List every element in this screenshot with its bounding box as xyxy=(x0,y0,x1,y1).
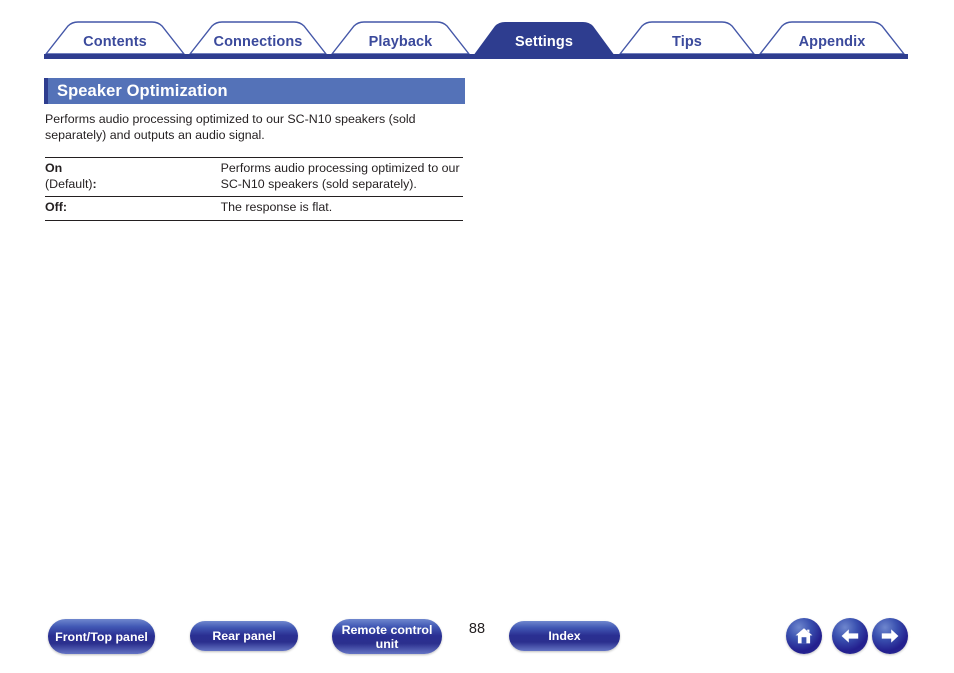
arrow-left-icon xyxy=(839,625,861,647)
front-top-panel-button[interactable]: Front/Top panel xyxy=(48,619,155,654)
remote-control-unit-button[interactable]: Remote control unit xyxy=(332,619,442,654)
rear-panel-button[interactable]: Rear panel xyxy=(190,621,298,651)
section-description: Performs audio processing optimized to o… xyxy=(45,112,416,142)
option-term-colon: : xyxy=(92,176,97,191)
tab-playback[interactable]: Playback xyxy=(332,35,469,50)
page-number: 88 xyxy=(468,621,486,637)
forward-button[interactable] xyxy=(872,618,908,654)
option-term-name: On xyxy=(45,161,63,175)
tab-contents[interactable]: Contents xyxy=(46,35,184,50)
home-icon xyxy=(793,625,815,647)
option-term: Off: xyxy=(45,197,221,221)
tab-connections[interactable]: Connections xyxy=(190,35,326,50)
table-row: Off: The response is flat. xyxy=(45,196,463,221)
index-button[interactable]: Index xyxy=(509,621,620,651)
arrow-right-icon xyxy=(879,625,901,647)
options-table: On (Default): Performs audio processing … xyxy=(45,157,463,221)
tab-bar: Contents Connections Playback Settings T… xyxy=(0,0,954,68)
back-button[interactable] xyxy=(832,618,868,654)
page-title: Speaker Optimization xyxy=(57,81,228,100)
option-term: On (Default): xyxy=(45,158,221,197)
tab-settings[interactable]: Settings xyxy=(473,35,615,50)
tab-tips[interactable]: Tips xyxy=(620,35,754,50)
section-heading: Speaker Optimization xyxy=(44,78,465,104)
tab-appendix[interactable]: Appendix xyxy=(760,35,904,50)
table-row: On (Default): Performs audio processing … xyxy=(45,157,463,197)
option-term-name: Off: xyxy=(45,200,68,214)
option-description: Performs audio processing optimized to o… xyxy=(220,161,460,191)
home-button[interactable] xyxy=(786,618,822,654)
tab-bar-rule xyxy=(44,54,908,59)
option-term-default: (Default) xyxy=(45,176,93,191)
option-description: The response is flat. xyxy=(220,200,333,214)
